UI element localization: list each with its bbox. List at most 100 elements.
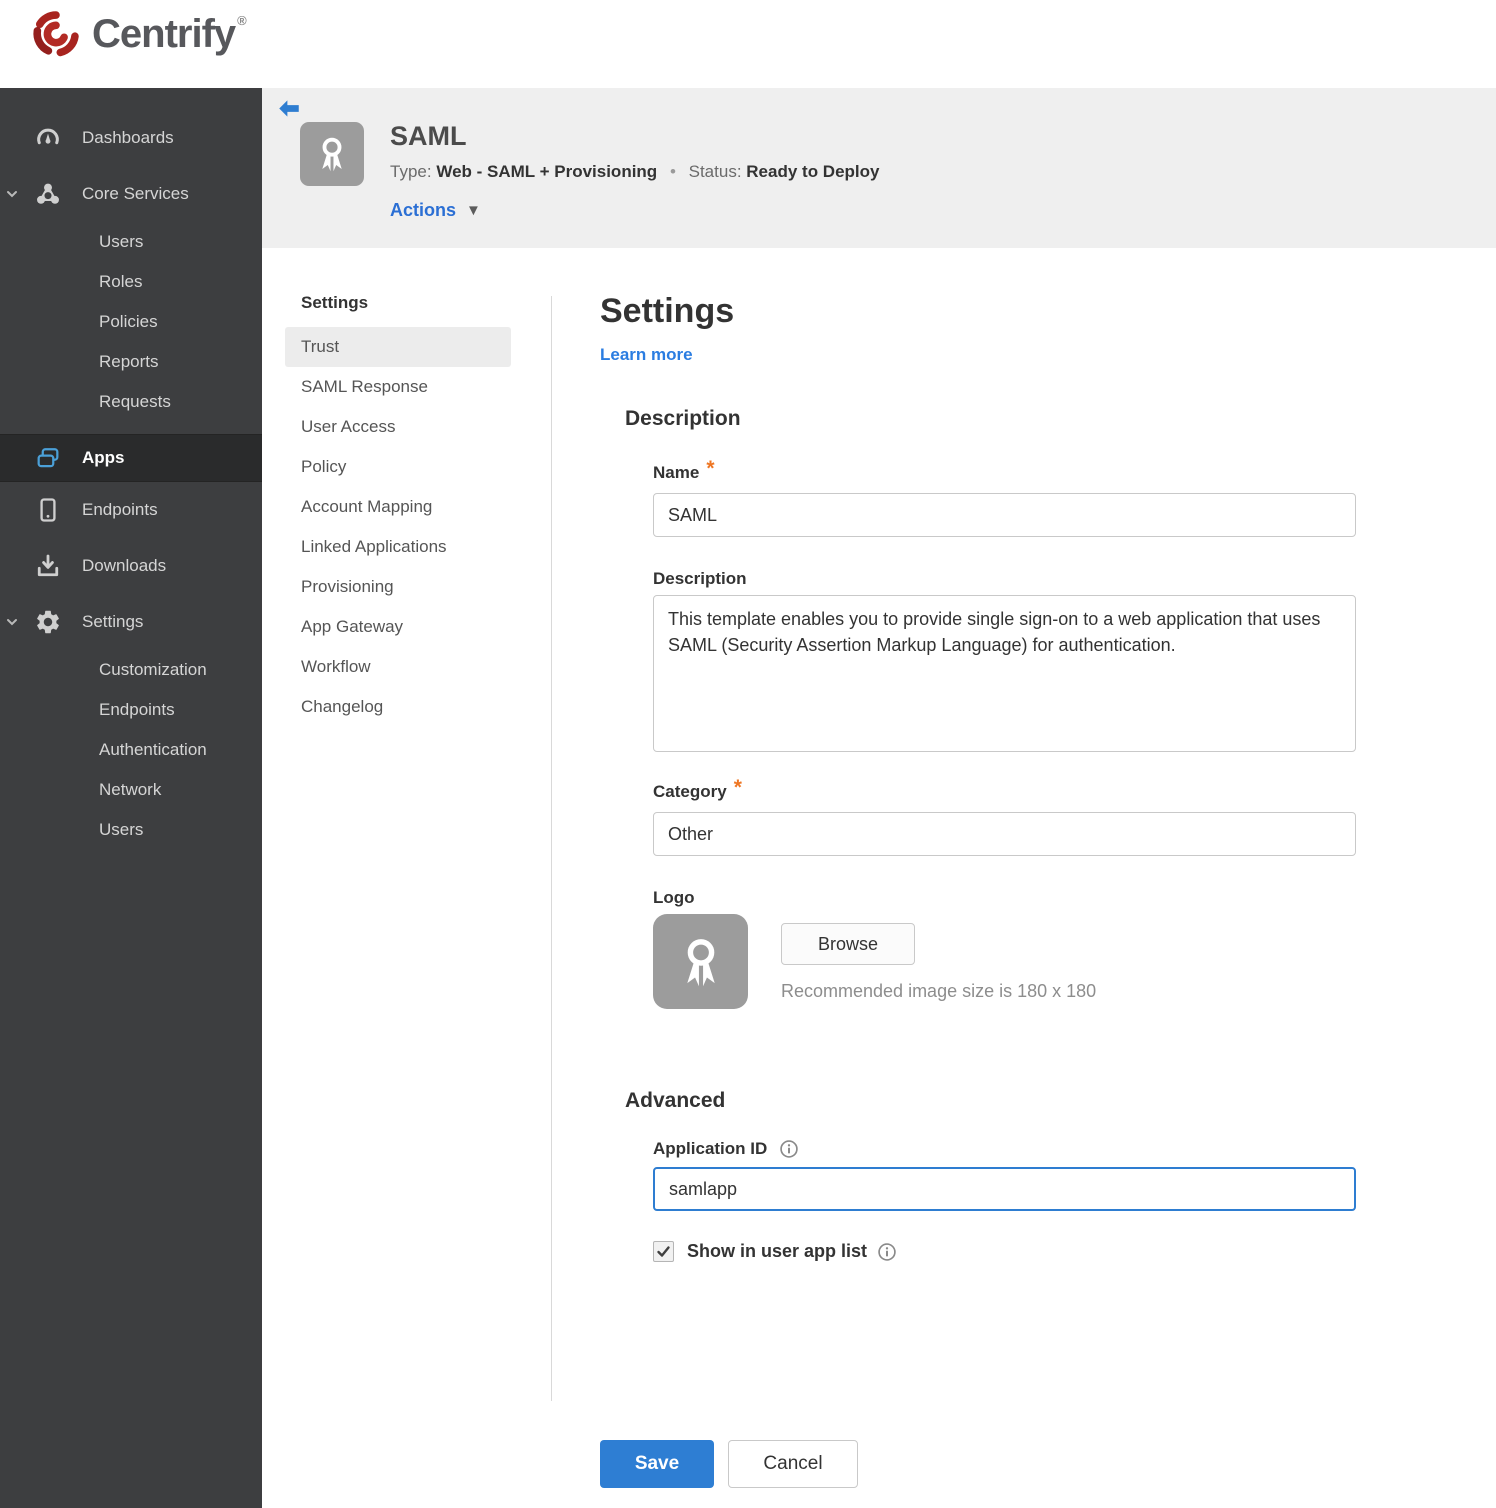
sidebar-item-settings[interactable]: Settings: [0, 594, 262, 650]
sidebar-item-roles[interactable]: Roles: [0, 262, 262, 302]
form-actions: Save Cancel: [600, 1440, 858, 1488]
smartphone-icon: [40, 498, 56, 522]
show-in-app-list-checkbox[interactable]: [653, 1241, 674, 1262]
ribbon-icon: [322, 137, 342, 172]
name-field-group: Name *: [653, 457, 1356, 537]
centrify-logo[interactable]: Centrify ®: [30, 8, 247, 60]
sidebar-item-label: Apps: [82, 448, 125, 467]
page-title: SAML: [390, 121, 467, 151]
category-field-group: Category *: [653, 776, 1356, 856]
save-button[interactable]: Save: [600, 1440, 714, 1488]
sidebar-item-label: Authentication: [99, 740, 207, 759]
sidebar-item-label: Dashboards: [82, 128, 174, 147]
top-bar: Centrify ®: [0, 0, 1496, 88]
sidebar-item-label: Requests: [99, 392, 171, 411]
name-input[interactable]: [653, 493, 1356, 537]
actions-label: Actions: [390, 200, 457, 220]
description-section-heading: Description: [625, 407, 741, 430]
sidebar-item-label: Users: [99, 820, 144, 839]
subnav-item-user-access[interactable]: User Access: [285, 407, 511, 447]
subnav-item-linked-applications[interactable]: Linked Applications: [285, 527, 511, 567]
subnav-heading: Settings: [301, 293, 369, 312]
chevron-down-icon: ▼: [466, 202, 481, 219]
category-input[interactable]: [653, 812, 1356, 856]
sidebar-nav: Dashboards Core Services Users Roles Pol…: [0, 88, 262, 1508]
description-textarea[interactable]: This template enables you to provide sin…: [653, 595, 1356, 752]
logo-preview: [653, 914, 748, 1009]
category-label: Category: [653, 782, 727, 801]
sidebar-item-apps[interactable]: Apps: [0, 434, 262, 482]
sidebar-item-settings-endpoints[interactable]: Endpoints: [0, 690, 262, 730]
sidebar-item-requests[interactable]: Requests: [0, 382, 262, 422]
core-services-icon: [37, 183, 59, 204]
logo-field-group: Logo Browse Recommended image size is 18…: [653, 888, 1356, 1009]
app-logo: [300, 122, 364, 186]
chevron-down-icon[interactable]: [5, 187, 19, 201]
registered-mark: ®: [237, 12, 247, 28]
sidebar-item-label: Network: [99, 780, 162, 799]
sidebar-item-label: Reports: [99, 352, 159, 371]
sidebar-item-customization[interactable]: Customization: [0, 650, 262, 690]
subnav-item-app-gateway[interactable]: App Gateway: [285, 607, 511, 647]
subnav-item-saml-response[interactable]: SAML Response: [285, 367, 511, 407]
gear-icon: [37, 610, 59, 634]
show-in-app-list-label: Show in user app list: [687, 1241, 868, 1261]
required-asterisk: *: [733, 776, 742, 799]
application-id-input[interactable]: [653, 1167, 1356, 1211]
logo-label: Logo: [653, 888, 695, 907]
description-field-group: Description This template enables you to…: [653, 569, 1356, 752]
centrify-admin-app: Centrify ® Dashboards Core Services User…: [0, 0, 1496, 1508]
app-header: SAML Type: Web - SAML + Provisioning • S…: [262, 88, 1496, 248]
sidebar-item-label: Customization: [99, 660, 207, 679]
advanced-section-heading: Advanced: [625, 1089, 726, 1112]
subnav-item-provisioning[interactable]: Provisioning: [285, 567, 511, 607]
description-label: Description: [653, 569, 747, 588]
info-icon[interactable]: [779, 1139, 799, 1159]
meta-separator: •: [669, 162, 676, 181]
status-badge: Ready to Deploy: [746, 162, 880, 181]
app-meta: Type: Web - SAML + Provisioning • Status…: [390, 162, 879, 182]
type-label: Type:: [390, 162, 432, 181]
centrify-swirl-icon: [33, 11, 79, 57]
info-icon[interactable]: [877, 1242, 897, 1262]
sidebar-item-label: Endpoints: [99, 700, 175, 719]
main-title: Settings: [600, 292, 735, 330]
sidebar-item-settings-users[interactable]: Users: [0, 810, 262, 850]
logo-size-hint: Recommended image size is 180 x 180: [781, 981, 1097, 1001]
subnav-item-policy[interactable]: Policy: [285, 447, 511, 487]
cancel-button[interactable]: Cancel: [728, 1440, 858, 1488]
vertical-divider: [551, 296, 552, 1401]
actions-dropdown[interactable]: Actions ▼: [390, 200, 481, 221]
browse-button[interactable]: Browse: [781, 923, 915, 965]
sidebar-item-authentication[interactable]: Authentication: [0, 730, 262, 770]
sidebar-item-endpoints[interactable]: Endpoints: [0, 482, 262, 538]
ribbon-icon: [686, 938, 715, 986]
subnav-item-account-mapping[interactable]: Account Mapping: [285, 487, 511, 527]
learn-more-link[interactable]: Learn more: [600, 345, 693, 365]
sidebar-item-label: Policies: [99, 312, 158, 331]
subnav-item-trust[interactable]: Trust: [285, 327, 511, 367]
type-value: Web - SAML + Provisioning: [436, 162, 658, 181]
sidebar-item-core-services[interactable]: Core Services: [0, 166, 262, 222]
chevron-down-icon[interactable]: [5, 615, 19, 629]
gauge-icon: [37, 128, 59, 145]
sidebar-item-label: Downloads: [82, 556, 167, 575]
sidebar-item-label: Users: [99, 232, 144, 251]
sidebar-item-reports[interactable]: Reports: [0, 342, 262, 382]
sidebar-item-label: Core Services: [82, 184, 189, 203]
sidebar-item-network[interactable]: Network: [0, 770, 262, 810]
subnav-item-workflow[interactable]: Workflow: [285, 647, 511, 687]
sidebar-item-downloads[interactable]: Downloads: [0, 538, 262, 594]
name-label: Name: [653, 463, 700, 482]
sidebar-item-users[interactable]: Users: [0, 222, 262, 262]
subnav-item-changelog[interactable]: Changelog: [285, 687, 511, 727]
sidebar-item-policies[interactable]: Policies: [0, 302, 262, 342]
brand-name: Centrify ®: [92, 11, 247, 56]
sidebar-item-dashboards[interactable]: Dashboards: [0, 110, 262, 166]
download-icon: [37, 554, 59, 577]
application-id-label: Application ID: [653, 1139, 768, 1158]
apps-icon: [37, 448, 59, 468]
back-arrow-icon[interactable]: [276, 96, 302, 122]
checkmark-icon: [657, 1246, 670, 1257]
